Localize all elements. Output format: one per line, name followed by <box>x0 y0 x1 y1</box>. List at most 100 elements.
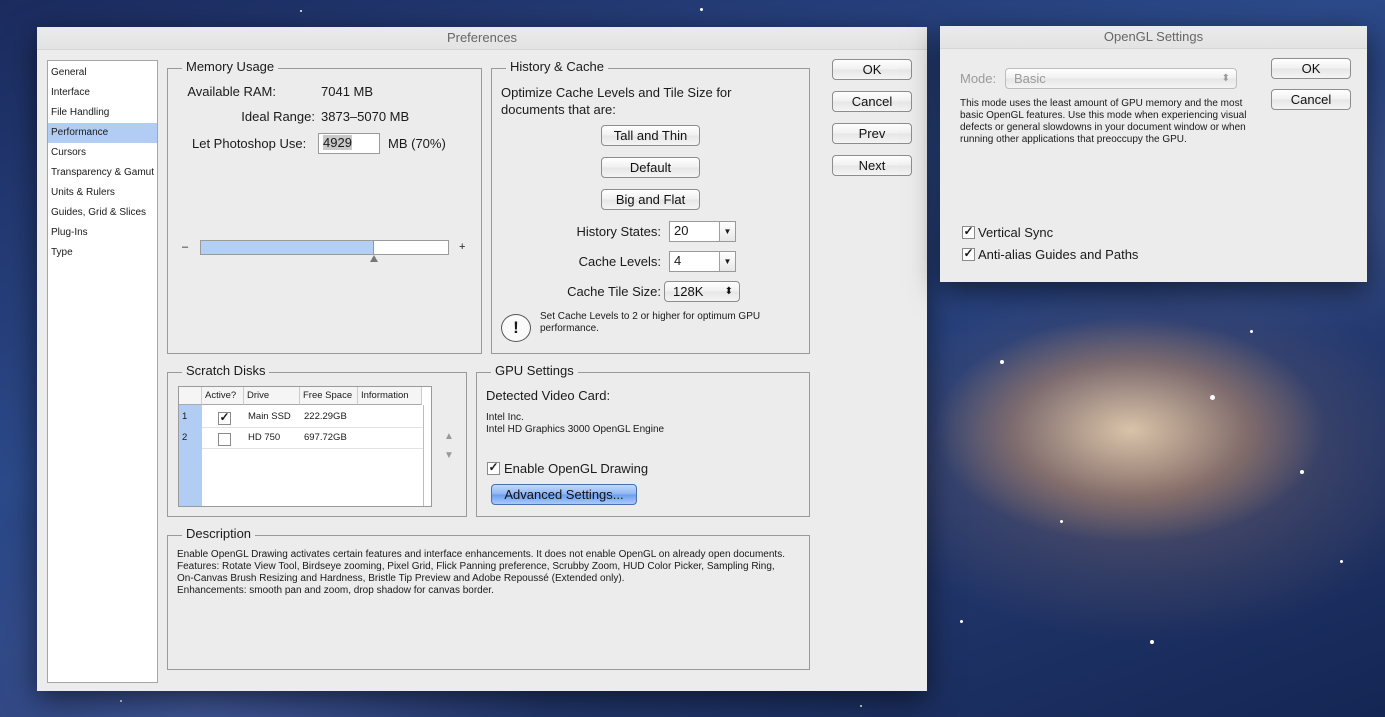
sidebar-item-file-handling[interactable]: File Handling <box>48 103 157 123</box>
opengl-cancel-button[interactable]: Cancel <box>1271 89 1351 110</box>
history-states-combo[interactable]: 20 ▼ <box>669 221 736 242</box>
history-cache-group: History & Cache Optimize Cache Levels an… <box>491 59 810 354</box>
preferences-window: Preferences General Interface File Handl… <box>37 27 927 691</box>
star-decoration <box>1210 395 1215 400</box>
spinner-icon: ⬍ <box>724 286 733 297</box>
star-decoration <box>700 8 703 11</box>
ideal-range-label: Ideal Range: <box>241 109 315 124</box>
sidebar-item-type[interactable]: Type <box>48 243 157 263</box>
default-button[interactable]: Default <box>601 157 700 178</box>
cache-tile-size-value: 128K <box>673 284 704 299</box>
scratch-disk-active-checkbox[interactable]: ✓ <box>218 410 231 425</box>
photoshop-use-value: 4929 <box>323 135 352 150</box>
history-states-value: 20 <box>674 223 689 238</box>
tall-and-thin-button[interactable]: Tall and Thin <box>601 125 700 146</box>
sidebar-item-transparency-gamut[interactable]: Transparency & Gamut <box>48 163 157 183</box>
big-and-flat-button[interactable]: Big and Flat <box>601 189 700 210</box>
cache-tile-size-label: Cache Tile Size: <box>567 284 661 299</box>
detected-video-card-label: Detected Video Card: <box>486 388 611 403</box>
description-text: Enable OpenGL Drawing activates certain … <box>177 549 785 596</box>
check-icon: ✓ <box>488 460 499 474</box>
enable-opengl-checkbox[interactable]: ✓ <box>487 460 500 475</box>
photoshop-use-input[interactable]: 4929 <box>318 133 380 154</box>
cache-warning-text: Set Cache Levels to 2 or higher for opti… <box>540 311 761 334</box>
check-icon: ✓ <box>963 246 974 260</box>
star-decoration <box>1060 520 1063 523</box>
table-scrollbar[interactable] <box>423 405 432 506</box>
table-cell-drive: Main SSD <box>248 411 291 422</box>
row-divider <box>202 448 423 449</box>
chevron-down-icon[interactable]: ▼ <box>719 222 735 241</box>
description-group: Description Enable OpenGL Drawing activa… <box>167 526 810 670</box>
cache-tile-size-select[interactable]: 128K ⬍ <box>664 281 740 302</box>
vertical-sync-checkbox[interactable]: ✓ <box>962 224 975 239</box>
star-decoration <box>1000 360 1004 364</box>
table-header-drive[interactable]: Drive <box>244 387 300 405</box>
gpu-settings-title: GPU Settings <box>491 363 578 378</box>
memory-slider-thumb[interactable] <box>369 255 378 262</box>
cancel-button[interactable]: Cancel <box>832 91 912 112</box>
cache-levels-combo[interactable]: 4 ▼ <box>669 251 736 272</box>
mode-value: Basic <box>1014 71 1046 86</box>
opengl-ok-button[interactable]: OK <box>1271 58 1351 79</box>
advanced-settings-button[interactable]: Advanced Settings... <box>491 484 637 505</box>
table-row-number: 1 <box>182 411 188 422</box>
star-decoration <box>120 700 122 702</box>
table-cell-free-space: 222.29GB <box>304 411 347 422</box>
history-cache-title: History & Cache <box>506 59 608 74</box>
preferences-sidebar: General Interface File Handling Performa… <box>47 60 158 683</box>
check-icon: ✓ <box>219 410 230 424</box>
next-button[interactable]: Next <box>832 155 912 176</box>
memory-slider[interactable] <box>200 240 449 262</box>
slider-plus-label: + <box>459 241 466 253</box>
table-cell-drive: HD 750 <box>248 432 281 443</box>
antialias-checkbox[interactable]: ✓ <box>962 246 975 261</box>
table-header-number <box>179 387 202 405</box>
gpu-card-text: Intel HD Graphics 3000 OpenGL Engine <box>486 424 665 435</box>
sidebar-item-plug-ins[interactable]: Plug-Ins <box>48 223 157 243</box>
sidebar-item-cursors[interactable]: Cursors <box>48 143 157 163</box>
history-cache-intro: Optimize Cache Levels and Tile Size for … <box>501 85 732 117</box>
vertical-sync-label: Vertical Sync <box>978 225 1054 240</box>
sidebar-item-interface[interactable]: Interface <box>48 83 157 103</box>
chevron-down-icon[interactable]: ▼ <box>719 252 735 271</box>
gpu-settings-group: GPU Settings Detected Video Card: Intel … <box>476 363 810 517</box>
sidebar-item-general[interactable]: General <box>48 63 157 83</box>
scratch-disks-title: Scratch Disks <box>182 363 270 378</box>
move-down-icon[interactable]: ▼ <box>444 450 454 461</box>
sidebar-item-guides-grid-slices[interactable]: Guides, Grid & Slices <box>48 203 157 223</box>
move-up-icon[interactable]: ▲ <box>444 431 454 442</box>
cache-levels-value: 4 <box>674 253 682 268</box>
slider-minus-label: – <box>182 241 189 253</box>
table-header-active[interactable]: Active? <box>202 387 244 405</box>
history-states-label: History States: <box>576 224 661 239</box>
table-header-free-space[interactable]: Free Space <box>300 387 358 405</box>
opengl-settings-window: OpenGL Settings Mode: Basic ⬍ This mode … <box>940 26 1367 282</box>
star-decoration <box>860 705 862 707</box>
memory-slider-fill <box>201 241 374 254</box>
opengl-settings-title: OpenGL Settings <box>940 26 1367 49</box>
scratch-disk-active-checkbox[interactable] <box>218 433 231 446</box>
sidebar-item-performance[interactable]: Performance <box>48 123 157 143</box>
ok-button[interactable]: OK <box>832 59 912 80</box>
photoshop-use-label: Let Photoshop Use: <box>192 136 307 151</box>
scratch-disks-table[interactable]: Active? Drive Free Space Information 1 ✓… <box>178 386 432 507</box>
table-cell-free-space: 697.72GB <box>304 432 347 443</box>
available-ram-label: Available RAM: <box>187 84 276 99</box>
mode-label: Mode: <box>960 71 997 86</box>
star-decoration <box>1250 330 1253 333</box>
warning-icon: ! <box>501 314 531 342</box>
memory-usage-group: Memory Usage Available RAM: 7041 MB Idea… <box>167 59 482 354</box>
sidebar-item-units-rulers[interactable]: Units & Rulers <box>48 183 157 203</box>
preferences-title: Preferences <box>37 27 927 50</box>
ideal-range-value: 3873–5070 MB <box>321 109 410 124</box>
spinner-icon: ⬍ <box>1221 73 1230 84</box>
photoshop-use-unit: MB (70%) <box>388 136 446 151</box>
table-row-number: 2 <box>182 432 188 443</box>
gpu-vendor-text: Intel Inc. <box>486 412 524 423</box>
prev-button[interactable]: Prev <box>832 123 912 144</box>
cache-levels-label: Cache Levels: <box>578 254 661 269</box>
check-icon: ✓ <box>963 224 974 238</box>
table-header-information[interactable]: Information <box>358 387 422 405</box>
mode-description: This mode uses the least amount of GPU m… <box>960 98 1247 145</box>
